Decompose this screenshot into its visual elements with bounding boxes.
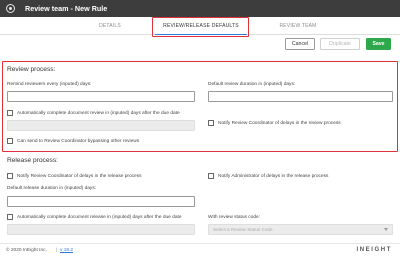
notify-coordinator-release-label: Notify Review Coordinator of delays in t… (17, 174, 142, 179)
auto-complete-release-input[interactable] (7, 224, 195, 235)
remind-reviewers-input[interactable] (7, 91, 195, 102)
notify-coordinator-release-checkbox[interactable] (7, 173, 13, 179)
brand-logo: INEIGHT (356, 247, 392, 253)
tab-highlight-annotation (152, 17, 249, 37)
window-title: Review team - New Rule (25, 4, 108, 13)
send-to-coordinator-checkbox[interactable] (7, 138, 13, 144)
status-code-select[interactable]: Select a Review Status Code (208, 224, 393, 235)
notify-admin-release-label: Notify Administrator of delays in the re… (218, 174, 329, 179)
auto-complete-review-input[interactable] (7, 120, 195, 131)
default-review-duration-input[interactable] (208, 91, 393, 102)
footer: © 2020 InEight Inc. | v 19.2 INEIGHT (0, 243, 400, 256)
remind-reviewers-label: Remind reviewers every (inputed) days: (7, 82, 92, 87)
copyright-text: © 2020 InEight Inc. (6, 247, 47, 253)
default-release-duration-label: Default release duration in (inputed) da… (7, 186, 97, 191)
footer-separator: | (56, 247, 58, 253)
cancel-button[interactable]: Cancel (285, 38, 315, 50)
send-to-coordinator-label: Can send to Review Coordinator bypassing… (17, 139, 140, 144)
notify-coordinator-review-checkbox[interactable] (208, 120, 214, 126)
gear-icon (6, 4, 15, 13)
notify-coordinator-review-label: Notify Review Coordinator of delays in t… (218, 121, 341, 126)
default-release-duration-input[interactable] (7, 196, 195, 207)
default-review-duration-label: Default review duration in (inputed) day… (208, 82, 296, 87)
auto-complete-release-label: Automatically complete document release … (17, 215, 182, 220)
notify-admin-release-checkbox[interactable] (208, 173, 214, 179)
review-section-title: Review process: (7, 66, 56, 73)
status-code-placeholder: Select a Review Status Code (213, 227, 273, 232)
release-section-title: Release process: (7, 157, 58, 164)
title-bar: Review team - New Rule (0, 0, 400, 17)
auto-complete-review-label: Automatically complete document review i… (17, 111, 180, 116)
version-link[interactable]: v 19.2 (60, 248, 73, 253)
chevron-down-icon (384, 228, 388, 231)
tab-details[interactable]: DETAILS (60, 17, 160, 35)
save-button[interactable]: Save (366, 38, 391, 50)
tab-review-team[interactable]: REVIEW TEAM (248, 17, 348, 35)
status-code-label: With review status code: (208, 215, 260, 220)
auto-complete-release-checkbox[interactable] (7, 214, 13, 220)
duplicate-button[interactable]: Duplicate (320, 38, 360, 50)
auto-complete-review-checkbox[interactable] (7, 110, 13, 116)
